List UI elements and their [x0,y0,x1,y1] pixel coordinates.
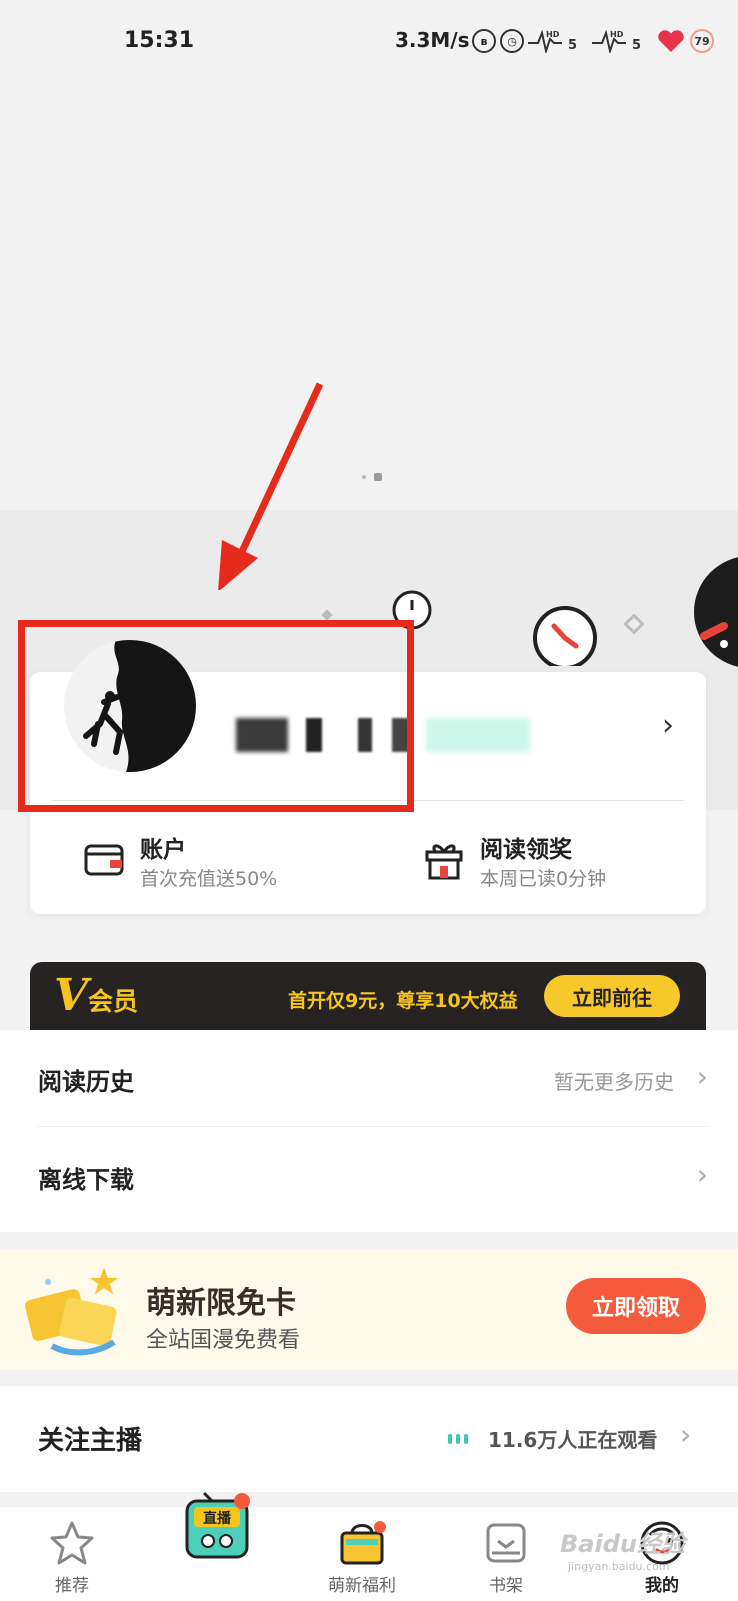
wallet-icon [84,844,124,876]
menu-divider [38,1126,708,1127]
free-card-subtitle: 全站国漫免费看 [146,1328,301,1353]
tickets-icon [25,1268,118,1356]
bookshelf-icon [486,1523,526,1563]
profile-chevron-icon[interactable]: › [662,708,674,743]
annotation-arrow [218,382,324,590]
svg-text:5: 5 [632,38,641,53]
heart-icon [658,30,684,52]
reading-reward-title: 阅读领奖 [480,837,572,863]
carousel-dot [362,475,366,479]
diamond-decoration-icon [624,614,645,635]
signal-2-icon: HD 5 [592,29,641,53]
offline-download-row[interactable]: 离线下载 › [38,1128,708,1226]
svg-text:直播: 直播 [203,1510,232,1527]
menu-list: 阅读历史 暂无更多历史 › 离线下载 › [0,1030,738,1232]
nav-live[interactable]: 直播 [160,1491,280,1601]
account-title: 账户 [140,837,186,863]
live-tv-icon: 直播 [185,1491,250,1559]
vip-go-button[interactable]: 立即前往 [544,975,680,1017]
chevron-right-icon: › [696,1158,708,1191]
bluetooth-icon: ʙ [472,29,496,53]
account-subtitle: 首次充值送50% [140,868,278,890]
free-card-title: 萌新限免卡 [146,1286,296,1321]
follow-host-row[interactable]: 关注主播 11.6万人正在观看 › [0,1386,738,1492]
offline-download-label: 离线下载 [38,1166,134,1194]
signal-1-icon: HD 5 [528,29,577,53]
reading-reward-subtitle: 本周已读0分钟 [480,868,607,890]
reading-history-label: 阅读历史 [38,1068,134,1096]
svg-text:5: 5 [568,38,577,53]
nav-recommend-label: 推荐 [55,1576,89,1596]
username-blur [426,718,530,752]
vip-promo-text: 首开仅9元，尊享10大权益 [288,990,518,1012]
watermark-url: jingyan.baidu.com [568,1560,670,1573]
gift-basket-icon [340,1521,386,1565]
gift-icon [425,844,463,880]
reading-history-row[interactable]: 阅读历史 暂无更多历史 › [38,1030,708,1128]
annotation-highlight-box [18,620,414,812]
vip-label: 会员 [88,987,139,1016]
nav-newbie-welfare[interactable]: 萌新福利 [302,1507,422,1601]
free-card-promo[interactable]: 萌新限免卡 全站国漫免费看 立即领取 [0,1250,738,1370]
status-time: 15:31 [124,28,195,53]
vip-v-letter: V [54,970,89,1021]
clock-decoration-icon [533,606,597,666]
star-icon [50,1521,94,1565]
nav-recommend[interactable]: 推荐 [12,1507,132,1601]
network-speed: 3.3M/s [395,28,470,52]
battery-indicator: 79 [690,29,714,53]
banner-area[interactable] [0,70,738,510]
watermark: Baidu经验 [560,1530,685,1558]
svg-text:HD: HD [546,30,560,39]
account-entry[interactable]: 账户 首次充值送50% [140,830,277,891]
status-icons: ʙ ◷ HD 5 HD 5 79 [472,26,714,56]
viewer-count: 11.6万人正在观看 [488,1428,658,1452]
svg-text:HD: HD [610,30,624,39]
reading-reward-entry[interactable]: 阅读领奖 本周已读0分钟 [480,830,606,891]
claim-now-button[interactable]: 立即领取 [566,1278,706,1334]
clock-decoration-icon [694,557,738,667]
nav-newbie-welfare-label: 萌新福利 [328,1576,396,1596]
follow-host-title: 关注主播 [38,1426,143,1456]
reading-history-hint: 暂无更多历史 [554,1070,674,1094]
nav-bookshelf-label: 书架 [489,1576,523,1596]
alarm-icon: ◷ [500,29,524,53]
chevron-right-icon: › [680,1418,692,1451]
nav-bookshelf[interactable]: 书架 [446,1507,566,1601]
chevron-right-icon: › [696,1060,708,1093]
live-indicator-icon [448,1434,468,1444]
nav-profile-label: 我的 [645,1576,679,1596]
vip-banner[interactable]: V 会员 首开仅9元，尊享10大权益 立即前往 [30,962,706,1032]
carousel-dot-active [374,473,382,481]
